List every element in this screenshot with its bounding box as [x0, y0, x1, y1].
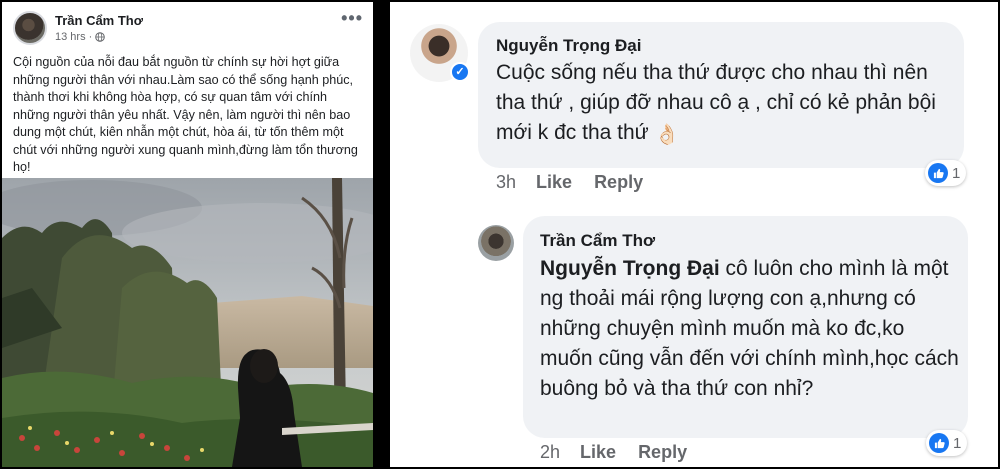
author-avatar[interactable]	[13, 11, 47, 45]
facebook-post: Trần Cẩm Thơ 13 hrs · ••• Cội nguồn của …	[2, 2, 373, 467]
reply-bubble: Trần Cẩm Thơ Nguyễn Trọng Đại cô luôn ch…	[523, 216, 968, 438]
globe-icon[interactable]	[95, 32, 106, 42]
thumbs-up-icon	[929, 433, 949, 453]
reaction-number: 1	[953, 434, 962, 452]
more-horizontal-icon[interactable]: •••	[341, 8, 363, 29]
post-timestamp[interactable]: 13 hrs	[55, 31, 86, 43]
meta-separator: ·	[88, 31, 93, 43]
thumbs-up-icon	[928, 163, 948, 183]
comment-author-name[interactable]: Nguyễn Trọng Đại	[496, 36, 641, 56]
post-header: Trần Cẩm Thơ 13 hrs · •••	[2, 2, 373, 46]
ok-hand-emoji-icon: 👌🏻	[654, 124, 680, 146]
mention-tag[interactable]: Nguyễn Trọng Đại	[540, 257, 720, 280]
reply-actions: 2h Like Reply	[540, 442, 709, 463]
reaction-count[interactable]: 1	[925, 160, 967, 186]
post-meta: 13 hrs ·	[55, 31, 106, 43]
reaction-number: 1	[952, 164, 961, 182]
reply-link[interactable]: Reply	[594, 172, 643, 193]
reply-author-avatar[interactable]	[478, 225, 514, 261]
post-body-text: Cội nguồn của nỗi đau bắt nguồn từ chính…	[13, 55, 358, 174]
reply-author-name[interactable]: Trần Cẩm Thơ	[540, 231, 655, 251]
comment-bubble: Nguyễn Trọng Đại Cuộc sống nếu tha thứ đ…	[478, 22, 964, 168]
post-author-name[interactable]: Trần Cẩm Thơ	[55, 13, 143, 28]
comment-text: Cuộc sống nếu tha thứ được cho nhau thì …	[496, 58, 936, 150]
comment-actions: 3h Like Reply	[496, 172, 665, 193]
reply-reaction-count[interactable]: 1	[926, 430, 968, 456]
like-link[interactable]: Like	[580, 442, 616, 463]
like-link[interactable]: Like	[536, 172, 572, 193]
post-photo[interactable]	[2, 178, 373, 467]
reply-timestamp[interactable]: 2h	[540, 442, 560, 463]
comments-panel: ✓ Nguyễn Trọng Đại Cuộc sống nếu tha thứ…	[390, 2, 998, 467]
reply-link[interactable]: Reply	[638, 442, 687, 463]
reply-text: Nguyễn Trọng Đại cô luôn cho mình là một…	[540, 254, 960, 404]
comment-timestamp[interactable]: 3h	[496, 172, 516, 193]
verified-badge-icon: ✓	[450, 62, 470, 82]
comment-body: Cuộc sống nếu tha thứ được cho nhau thì …	[496, 61, 936, 144]
